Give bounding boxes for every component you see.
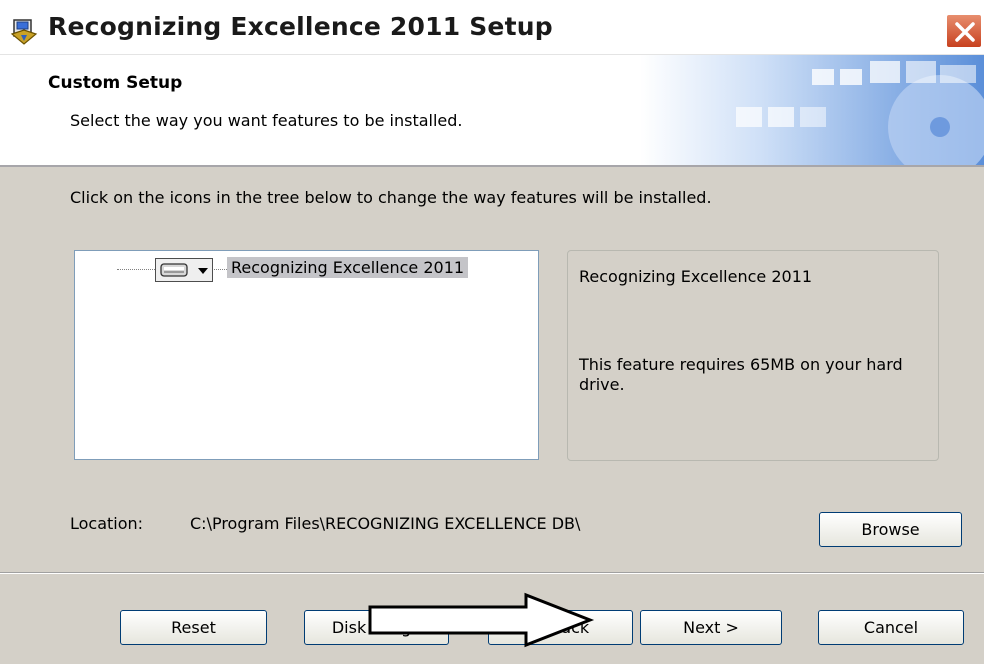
feature-tree[interactable]: Recognizing Excellence 2011 [74, 250, 539, 460]
instructions-text: Click on the icons in the tree below to … [70, 188, 712, 207]
browse-button[interactable]: Browse [819, 512, 962, 547]
header-banner: Custom Setup Select the way you want fea… [0, 55, 984, 167]
button-separator [0, 572, 984, 574]
location-path: C:\Program Files\RECOGNIZING EXCELLENCE … [190, 514, 581, 533]
feature-description-panel: Recognizing Excellence 2011 This feature… [567, 250, 939, 461]
pointer-arrow-annotation [368, 592, 595, 648]
dropdown-arrow-icon[interactable] [196, 259, 210, 281]
window-title: Recognizing Excellence 2011 Setup [48, 12, 553, 41]
drive-icon [160, 263, 188, 277]
setup-dialog: Recognizing Excellence 2011 Setup Custom… [0, 0, 984, 664]
feature-requirement: This feature requires 65MB on your hard … [579, 355, 903, 394]
feature-state-button[interactable] [155, 258, 213, 282]
page-subheading: Select the way you want features to be i… [70, 111, 463, 130]
banner-graphic [640, 55, 984, 165]
cancel-button[interactable]: Cancel [818, 610, 964, 645]
reset-button[interactable]: Reset [120, 610, 267, 645]
close-icon [955, 22, 975, 42]
title-bar[interactable]: Recognizing Excellence 2011 Setup [0, 0, 984, 55]
tree-item-label[interactable]: Recognizing Excellence 2011 [227, 257, 469, 278]
next-button[interactable]: Next > [640, 610, 782, 645]
feature-name: Recognizing Excellence 2011 [579, 267, 813, 286]
page-heading: Custom Setup [48, 73, 183, 93]
location-label: Location: [70, 514, 144, 533]
close-button[interactable] [946, 14, 982, 48]
installer-icon [10, 19, 38, 45]
